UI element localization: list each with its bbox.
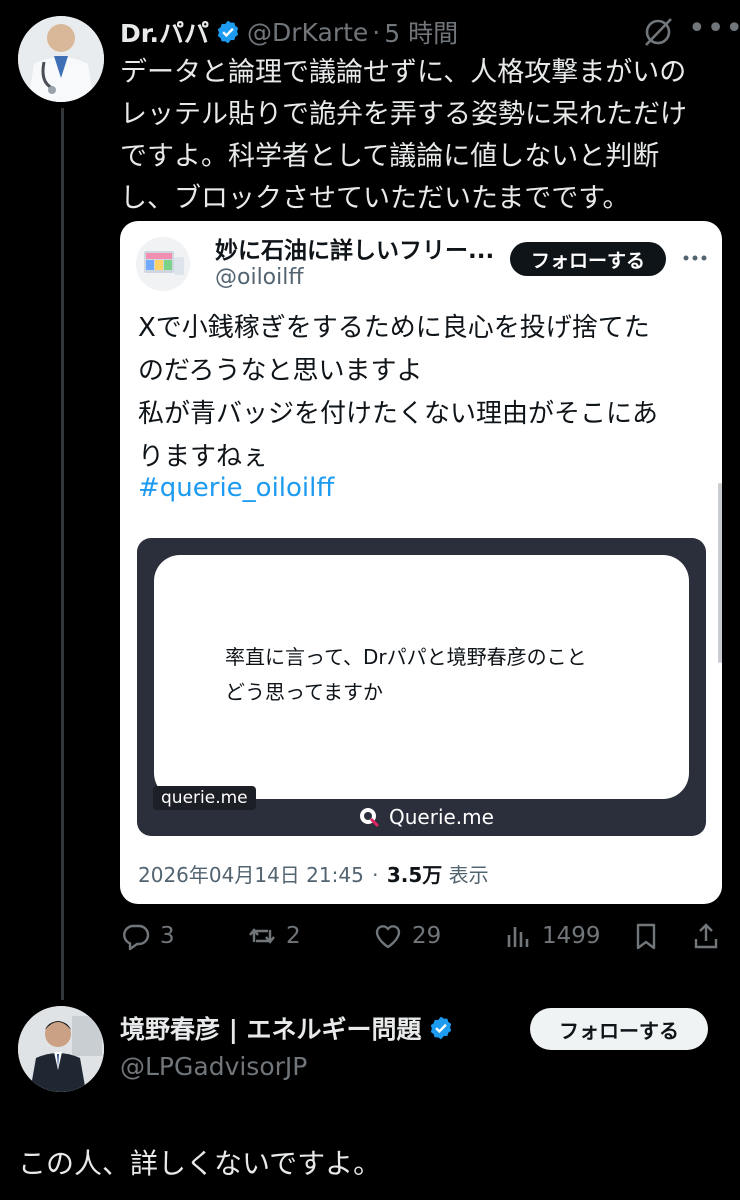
like-button[interactable]: 29 bbox=[372, 920, 441, 952]
reply-avatar-image bbox=[18, 1006, 104, 1092]
grok-icon[interactable] bbox=[640, 14, 676, 50]
views-button[interactable]: 1499 bbox=[502, 920, 601, 952]
author-name[interactable]: Dr.パパ bbox=[120, 14, 209, 50]
quoted-views-label: 表示 bbox=[448, 863, 489, 887]
tweet-line: ですよ。科学者として議論に値しないと判断 bbox=[120, 141, 660, 172]
reply-button[interactable]: 3 bbox=[120, 920, 175, 952]
media-brand: Querie.me bbox=[357, 805, 494, 829]
reply-icon bbox=[123, 924, 150, 951]
share-button[interactable] bbox=[690, 920, 730, 952]
follow-button[interactable]: フォローする bbox=[510, 242, 666, 276]
avatar[interactable] bbox=[18, 1006, 104, 1092]
quoted-line: Xで小銭稼ぎをするために良心を投げ捨てた bbox=[138, 313, 650, 343]
thread-line bbox=[61, 108, 64, 1000]
quoted-author-handle[interactable]: @oiloilff bbox=[215, 265, 304, 290]
quoted-media[interactable]: 率直に言って、Drパパと境野春彦のこと どう思ってますか querie.me Q… bbox=[137, 538, 706, 836]
repost-icon bbox=[249, 928, 275, 944]
reply-author-handle[interactable]: @LPGadvisorJP bbox=[120, 1052, 307, 1081]
doctor-avatar-image bbox=[18, 16, 104, 102]
quoted-avatar-image bbox=[136, 237, 190, 291]
verified-badge-icon bbox=[430, 1016, 451, 1040]
like-count: 29 bbox=[412, 923, 442, 949]
quoted-timestamp[interactable]: 2026年04月14日 21:45 bbox=[138, 863, 364, 887]
tweet-line: し、ブロックさせていただいたまでです。 bbox=[120, 183, 630, 214]
views-chart-icon bbox=[507, 927, 529, 947]
tweet-line: レッテル貼りで詭弁を弄する姿勢に呆れただけ bbox=[120, 99, 687, 130]
querie-logo-icon bbox=[360, 808, 380, 828]
quoted-tweet-card[interactable]: 妙に石油に詳しいフリー... @oiloilff フォローする Xで小銭稼ぎをす… bbox=[120, 221, 722, 904]
hashtag-link[interactable]: #querie_oiloilff bbox=[138, 473, 334, 503]
more-icon[interactable]: ••• bbox=[688, 14, 740, 48]
follow-button[interactable]: フォローする bbox=[530, 1008, 708, 1050]
views-count: 1499 bbox=[542, 923, 601, 949]
tweet-line: データと論理で議論せずに、人格攻撃まがいの bbox=[120, 57, 687, 88]
quoted-line: のだろうなと思いますよ bbox=[138, 356, 423, 386]
avatar[interactable] bbox=[18, 16, 104, 102]
action-bar: 3 2 29 1499 bbox=[120, 920, 730, 960]
tweet-text: データと論理で議論せずに、人格攻撃まがいの レッテル貼りで詭弁を弄する姿勢に呆れ… bbox=[120, 52, 720, 220]
quoted-views-count: 3.5万 bbox=[386, 863, 443, 887]
reply-text: この人、詳しくないですよ。 bbox=[18, 1147, 382, 1180]
timestamp[interactable]: 5 時間 bbox=[384, 14, 458, 50]
scrollbar[interactable] bbox=[718, 483, 722, 663]
question-card: 率直に言って、Drパパと境野春彦のこと どう思ってますか bbox=[154, 555, 689, 799]
bookmark-button[interactable] bbox=[630, 920, 670, 952]
quoted-line: 私が青バッジを付けたくない理由がそこにあ bbox=[138, 399, 659, 429]
heart-icon bbox=[375, 925, 401, 949]
reply-author-name[interactable]: 境野春彦 | エネルギー問題 bbox=[120, 1010, 422, 1046]
quoted-tweet-text: Xで小銭稼ぎをするために良心を投げ捨てた のだろうなと思いますよ 私が青バッジを… bbox=[138, 307, 698, 479]
question-line: 率直に言って、Drパパと境野春彦のこと bbox=[225, 645, 587, 669]
separator-dot: · bbox=[372, 863, 379, 887]
more-icon[interactable] bbox=[680, 243, 710, 273]
quoted-meta: 2026年04月14日 21:45 · 3.5万 表示 bbox=[138, 859, 489, 888]
repost-button[interactable]: 2 bbox=[246, 920, 301, 952]
media-brand-label: Querie.me bbox=[389, 805, 494, 829]
repost-count: 2 bbox=[286, 923, 301, 949]
author-handle[interactable]: @DrKarte bbox=[247, 18, 368, 47]
media-source-badge: querie.me bbox=[153, 786, 256, 810]
quoted-avatar[interactable] bbox=[136, 237, 190, 291]
question-text: 率直に言って、Drパパと境野春彦のこと どう思ってますか bbox=[225, 640, 587, 710]
verified-badge-icon bbox=[217, 20, 239, 44]
separator-dot: · bbox=[372, 17, 381, 47]
reply-header: 境野春彦 | エネルギー問題 bbox=[120, 1010, 460, 1046]
tweet-header: Dr.パパ @DrKarte · 5 時間 bbox=[120, 14, 458, 50]
bookmark-icon bbox=[636, 923, 656, 950]
share-icon bbox=[694, 923, 718, 949]
quoted-author-name[interactable]: 妙に石油に詳しいフリー... bbox=[215, 231, 494, 265]
question-line: どう思ってますか bbox=[225, 680, 383, 704]
reply-count: 3 bbox=[160, 923, 175, 949]
